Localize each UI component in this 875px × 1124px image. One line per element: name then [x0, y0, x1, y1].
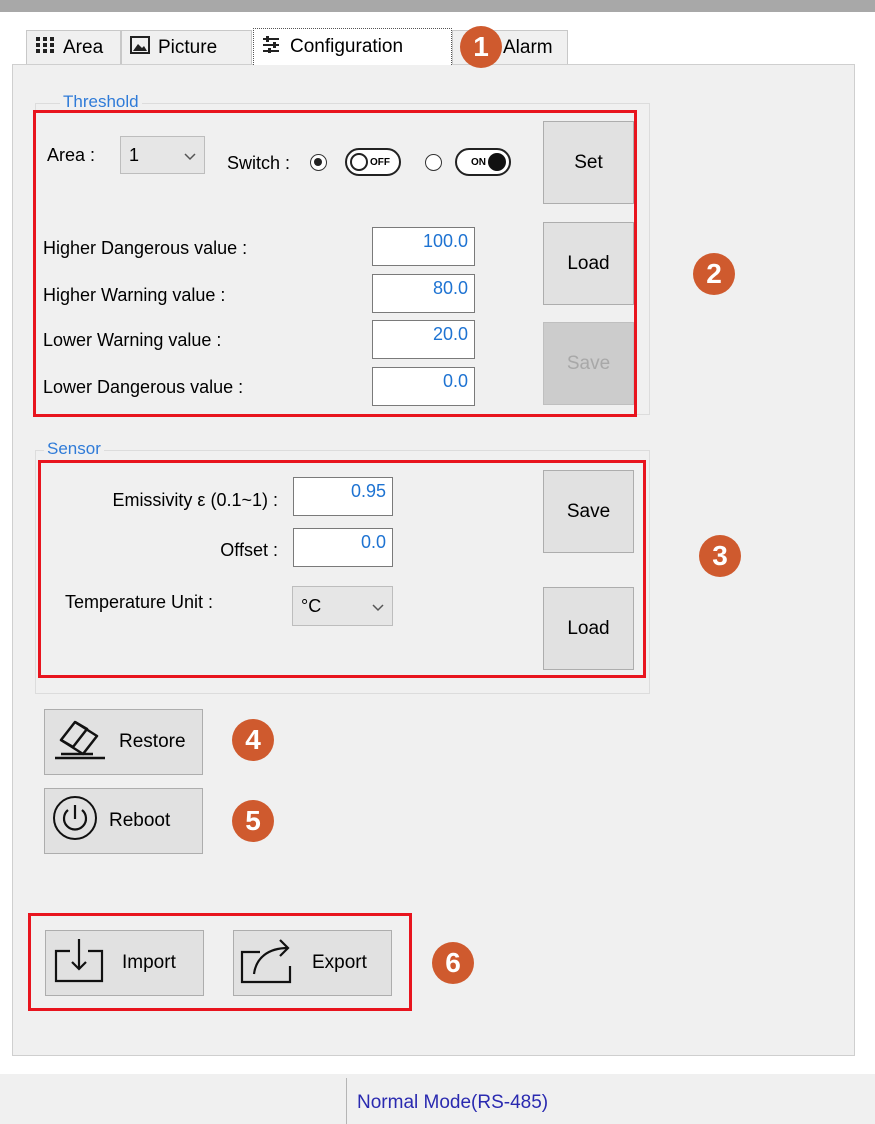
area-select[interactable]: 1 — [120, 136, 205, 174]
switch-on-toggle[interactable]: ON — [455, 148, 511, 176]
threshold-save-button[interactable]: Save — [543, 322, 634, 405]
callout-badge-5: 5 — [232, 800, 274, 842]
area-select-value: 1 — [129, 144, 140, 165]
power-icon — [51, 794, 99, 848]
switch-label: Switch : — [227, 153, 291, 173]
lower-dangerous-label: Lower Dangerous value : — [43, 377, 244, 397]
picture-icon — [130, 35, 150, 60]
toggle-knob-icon — [488, 153, 506, 171]
tab-configuration-label: Configuration — [290, 36, 404, 57]
temperature-unit-value: °C — [301, 595, 322, 616]
lower-dangerous-input[interactable]: 0.0 — [372, 367, 475, 406]
higher-warning-label: Higher Warning value : — [43, 285, 226, 305]
restore-button[interactable]: Restore — [44, 709, 203, 775]
sensor-legend: Sensor — [44, 439, 104, 459]
emissivity-label: Emissivity ε (0.1~1) : — [112, 490, 278, 510]
tab-alarm-label: Alarm — [503, 36, 553, 58]
import-label: Import — [122, 952, 176, 973]
chevron-down-icon — [372, 596, 384, 617]
set-button[interactable]: Set — [543, 121, 634, 204]
export-button[interactable]: Export — [233, 930, 392, 996]
grid-icon — [35, 36, 55, 60]
toggle-knob-icon — [350, 153, 368, 171]
sliders-icon — [262, 35, 282, 59]
tab-configuration[interactable]: Configuration — [253, 28, 452, 65]
switch-off-text: OFF — [370, 156, 390, 168]
import-button[interactable]: Import — [45, 930, 204, 996]
callout-badge-4: 4 — [232, 719, 274, 761]
offset-input[interactable]: 0.0 — [293, 528, 393, 567]
switch-on-radio[interactable] — [425, 154, 442, 171]
status-mode-text: Normal Mode(RS-485) — [357, 1092, 549, 1113]
higher-dangerous-input[interactable]: 100.0 — [372, 227, 475, 266]
area-label: Area : — [47, 145, 96, 165]
higher-dangerous-label: Higher Dangerous value : — [43, 238, 248, 258]
threshold-load-button[interactable]: Load — [543, 222, 634, 305]
import-icon — [54, 937, 104, 989]
callout-badge-6: 6 — [432, 942, 474, 984]
export-label: Export — [312, 952, 367, 973]
export-icon — [240, 936, 296, 990]
emissivity-input[interactable]: 0.95 — [293, 477, 393, 516]
chevron-down-icon — [184, 145, 196, 166]
tab-area-label: Area — [63, 36, 104, 58]
sensor-save-button[interactable]: Save — [543, 470, 634, 553]
switch-off-radio[interactable] — [310, 154, 327, 171]
threshold-legend: Threshold — [60, 92, 142, 112]
status-divider — [346, 1078, 347, 1124]
restore-label: Restore — [119, 731, 186, 752]
reboot-label: Reboot — [109, 810, 171, 831]
callout-badge-2: 2 — [693, 253, 735, 295]
sensor-load-button[interactable]: Load — [543, 587, 634, 670]
switch-off-toggle[interactable]: OFF — [345, 148, 401, 176]
switch-on-text: ON — [471, 156, 486, 168]
reboot-button[interactable]: Reboot — [44, 788, 203, 854]
tab-picture-label: Picture — [158, 36, 218, 58]
offset-label: Offset : — [220, 540, 278, 560]
callout-badge-3: 3 — [699, 535, 741, 577]
lower-warning-label: Lower Warning value : — [43, 330, 222, 350]
temperature-unit-label: Temperature Unit : — [65, 592, 214, 612]
tab-picture[interactable]: Picture — [121, 30, 252, 64]
window-top-bar — [0, 0, 875, 12]
tab-area[interactable]: Area — [26, 30, 121, 64]
callout-badge-1: 1 — [460, 26, 502, 68]
temperature-unit-select[interactable]: °C — [292, 586, 393, 626]
higher-warning-input[interactable]: 80.0 — [372, 274, 475, 313]
eraser-icon — [53, 716, 113, 768]
lower-warning-input[interactable]: 20.0 — [372, 320, 475, 359]
